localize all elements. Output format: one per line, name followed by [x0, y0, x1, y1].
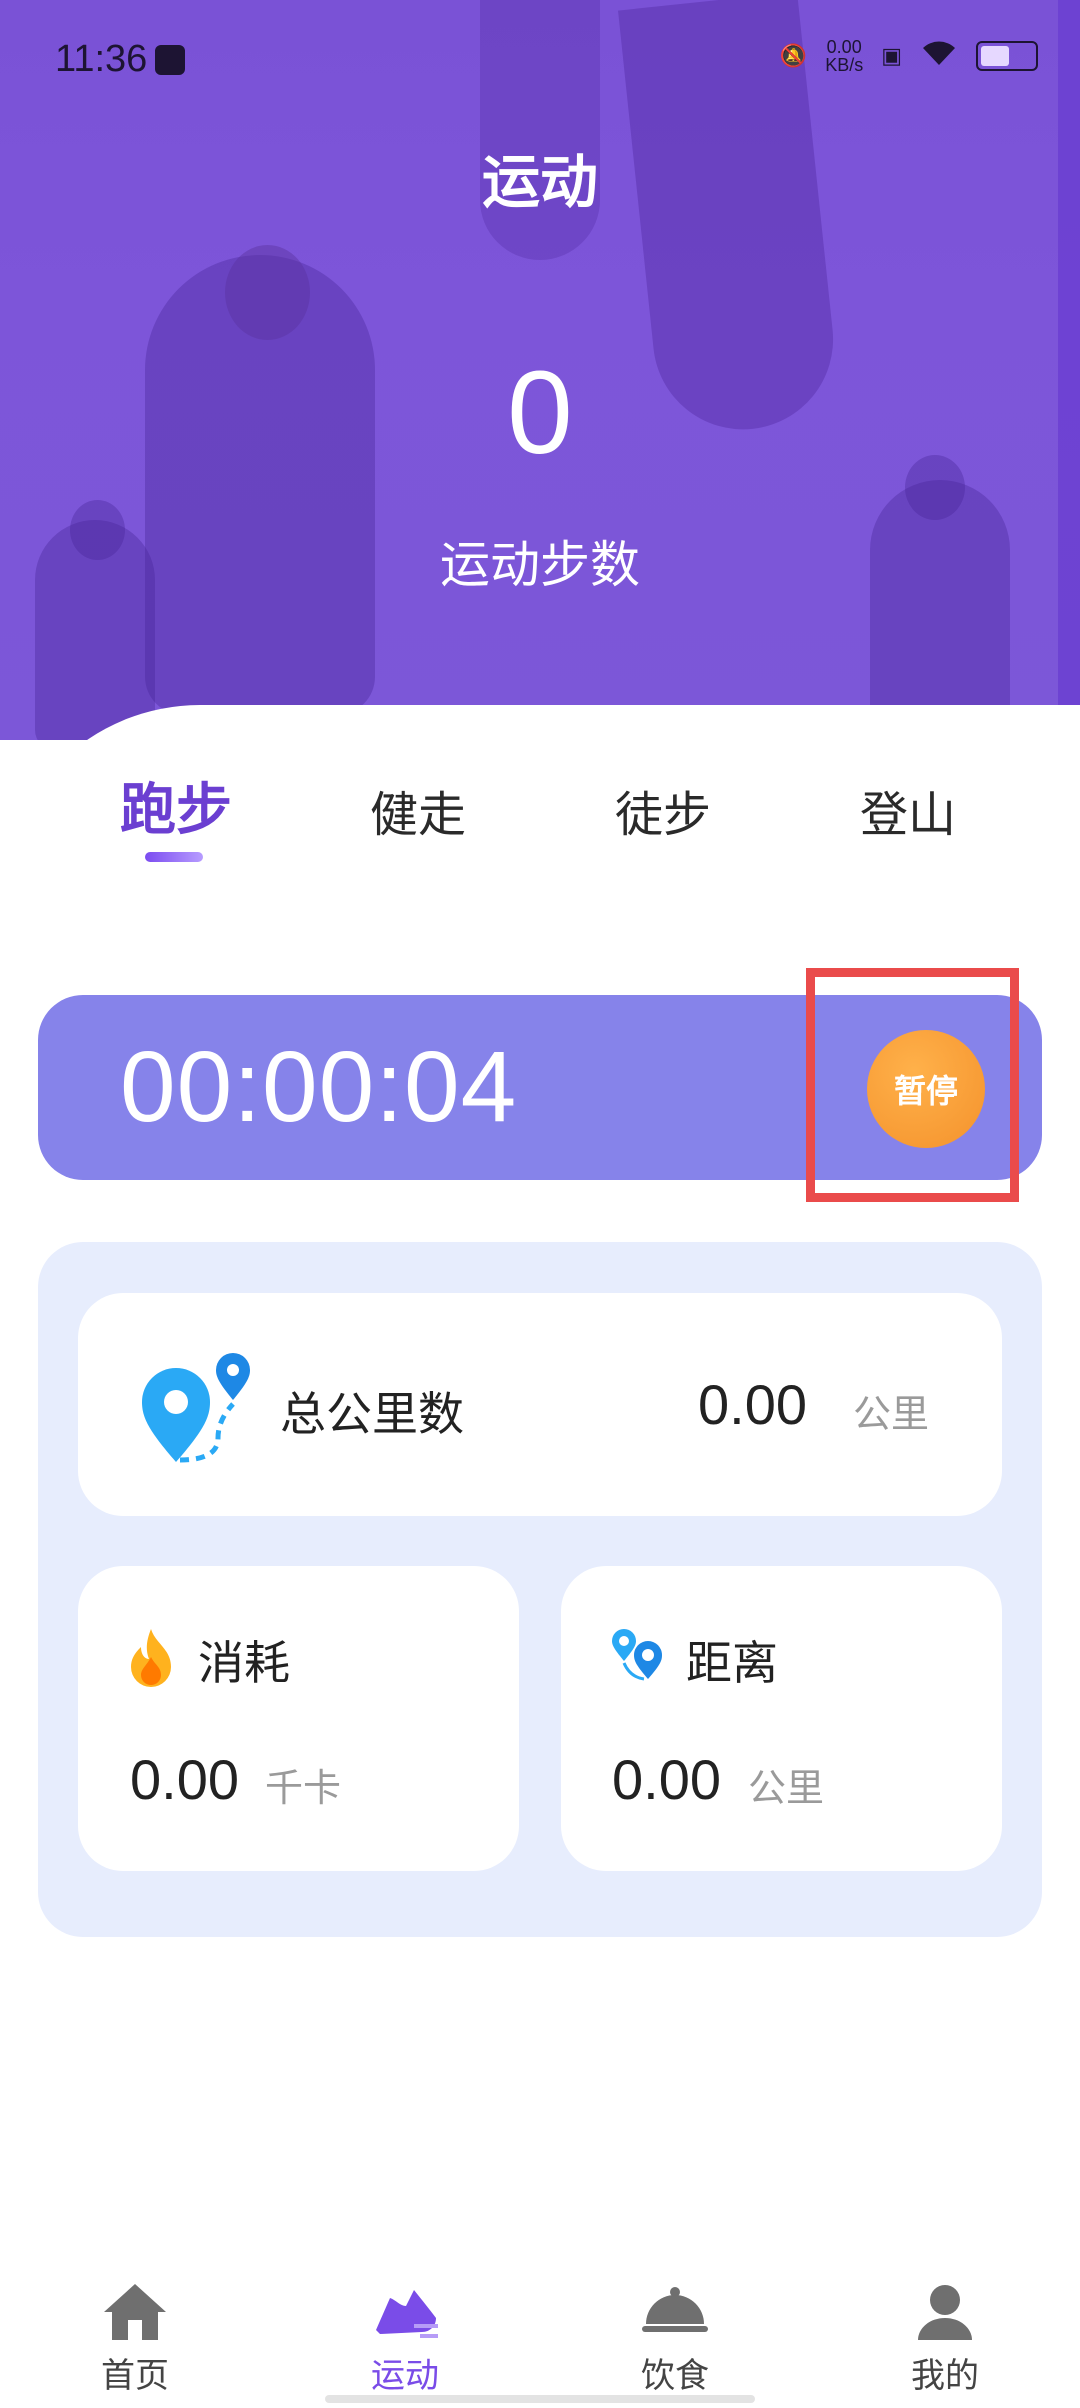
nav-exercise-label: 运动: [371, 2356, 439, 2396]
battery-icon: [976, 41, 1038, 71]
screen: 11:36 🔕 0.00 KB/s ▣ 运动 0 运动步数 跑步 健走 徒步 登…: [0, 0, 1080, 2408]
total-distance-label: 总公里数: [280, 1387, 464, 1441]
tab-active-indicator: [145, 852, 203, 862]
header-banner: 11:36 🔕 0.00 KB/s ▣ 运动 0 运动步数: [0, 0, 1080, 740]
notification-icon: [155, 45, 185, 75]
step-count-label: 运动步数: [440, 536, 640, 594]
nav-home-label: 首页: [101, 2356, 169, 2396]
mute-icon: 🔕: [779, 43, 808, 68]
home-icon: [104, 2284, 166, 2340]
calories-label: 消耗: [198, 1636, 290, 1690]
status-time: 11:36: [55, 38, 148, 80]
highlight-box: [806, 968, 1019, 1202]
total-distance-value: 0.00: [698, 1373, 807, 1436]
net-speed: 0.00 KB/s: [825, 38, 863, 74]
calories-card: [78, 1566, 519, 1871]
calories-unit: 千卡: [265, 1766, 342, 1810]
sim-off-icon: ▣: [881, 43, 902, 68]
net-speed-unit: KB/s: [825, 55, 864, 75]
user-icon: [918, 2285, 972, 2340]
wifi-icon: [920, 39, 958, 73]
tab-climbing[interactable]: 登山: [860, 775, 956, 845]
route-icon: [142, 1353, 250, 1463]
food-cloche-icon: [642, 2287, 708, 2332]
calories-value: 0.00: [130, 1748, 239, 1811]
status-bar: 11:36 🔕 0.00 KB/s ▣: [0, 0, 1080, 125]
fire-icon: [131, 1629, 171, 1687]
distance-value: 0.00: [612, 1748, 721, 1811]
status-icons: 🔕 0.00 KB/s ▣: [780, 38, 1038, 74]
step-count: 0: [507, 347, 573, 479]
nav-diet-label: 饮食: [641, 2356, 709, 2396]
home-indicator[interactable]: [325, 2395, 755, 2403]
runner-silhouette: [225, 245, 310, 340]
nav-profile-label: 我的: [911, 2356, 979, 2396]
page-title: 运动: [481, 148, 598, 216]
net-speed-value: 0.00: [826, 37, 862, 57]
bottom-nav: 首页 运动 饮食 我的: [0, 2260, 1080, 2408]
activity-tabs: 跑步 健走 徒步 登山: [0, 775, 1080, 885]
location-icon: [612, 1629, 662, 1681]
tab-walking[interactable]: 健走: [370, 775, 466, 845]
total-distance-unit: 公里: [853, 1392, 930, 1436]
distance-label: 距离: [686, 1636, 778, 1690]
timer-value: 00:00:04: [120, 1031, 518, 1143]
running-shoe-icon: [376, 2290, 438, 2338]
tab-running[interactable]: 跑步: [120, 765, 232, 846]
tab-hiking[interactable]: 徒步: [615, 775, 711, 845]
distance-unit: 公里: [748, 1766, 825, 1810]
distance-card: [561, 1566, 1002, 1871]
